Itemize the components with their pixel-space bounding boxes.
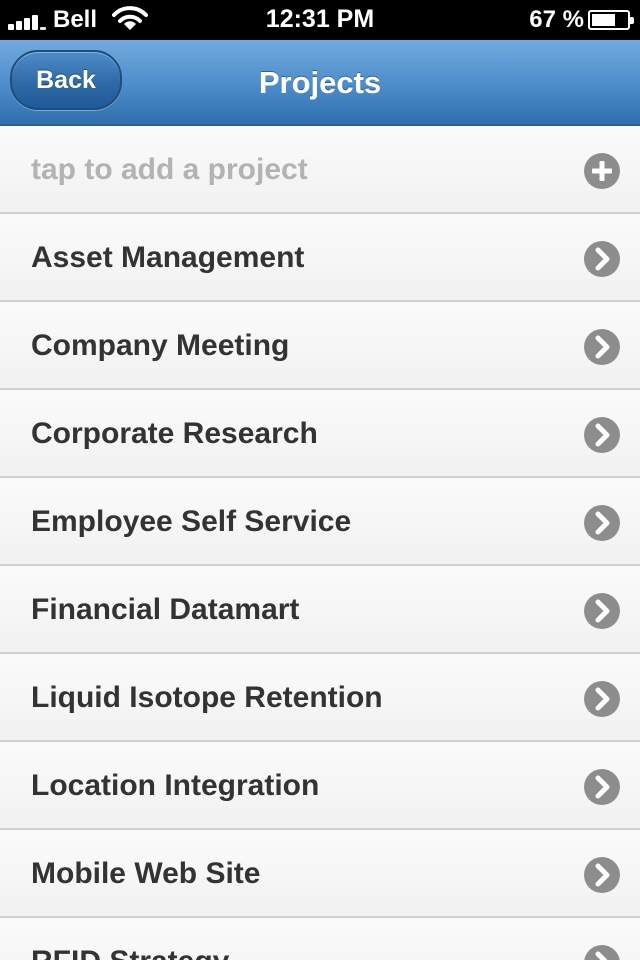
project-name: Liquid Isotope Retention	[31, 681, 383, 714]
chevron-circle-icon[interactable]	[584, 681, 620, 717]
project-row[interactable]: Mobile Web Site	[0, 830, 640, 918]
battery-icon	[588, 10, 634, 30]
chevron-circle-icon[interactable]	[584, 505, 620, 541]
project-name: Asset Management	[31, 241, 305, 274]
battery-percentage: 67 %	[529, 6, 584, 33]
project-name: Location Integration	[31, 769, 320, 802]
project-name: Employee Self Service	[31, 505, 352, 538]
project-name: Corporate Research	[31, 417, 318, 450]
chevron-circle-icon[interactable]	[584, 769, 620, 805]
navigation-bar: Projects Back	[0, 40, 640, 126]
chevron-circle-icon[interactable]	[584, 945, 620, 960]
back-button[interactable]: Back	[10, 50, 122, 110]
project-row[interactable]: Liquid Isotope Retention	[0, 654, 640, 742]
project-row[interactable]: Company Meeting	[0, 302, 640, 390]
project-row[interactable]: Employee Self Service	[0, 478, 640, 566]
chevron-circle-icon[interactable]	[584, 417, 620, 453]
plus-circle-icon[interactable]	[584, 153, 620, 189]
project-name: Financial Datamart	[31, 593, 300, 626]
project-row[interactable]: Location Integration	[0, 742, 640, 830]
chevron-circle-icon[interactable]	[584, 329, 620, 365]
project-row[interactable]: RFID Strategy	[0, 918, 640, 960]
project-row[interactable]: Financial Datamart	[0, 566, 640, 654]
project-list: tap to add a project Asset Management Com…	[0, 126, 640, 960]
chevron-circle-icon[interactable]	[584, 593, 620, 629]
project-row[interactable]: Corporate Research	[0, 390, 640, 478]
project-name: Company Meeting	[31, 329, 290, 362]
project-name: RFID Strategy	[31, 918, 229, 960]
status-bar: Bell 12:31 PM 67 %	[0, 0, 640, 40]
chevron-circle-icon[interactable]	[584, 857, 620, 893]
chevron-circle-icon[interactable]	[584, 241, 620, 277]
add-project-row[interactable]: tap to add a project	[0, 126, 640, 214]
battery-fill	[592, 14, 615, 26]
add-project-placeholder: tap to add a project	[31, 153, 308, 186]
project-row[interactable]: Asset Management	[0, 214, 640, 302]
project-name: Mobile Web Site	[31, 857, 261, 890]
